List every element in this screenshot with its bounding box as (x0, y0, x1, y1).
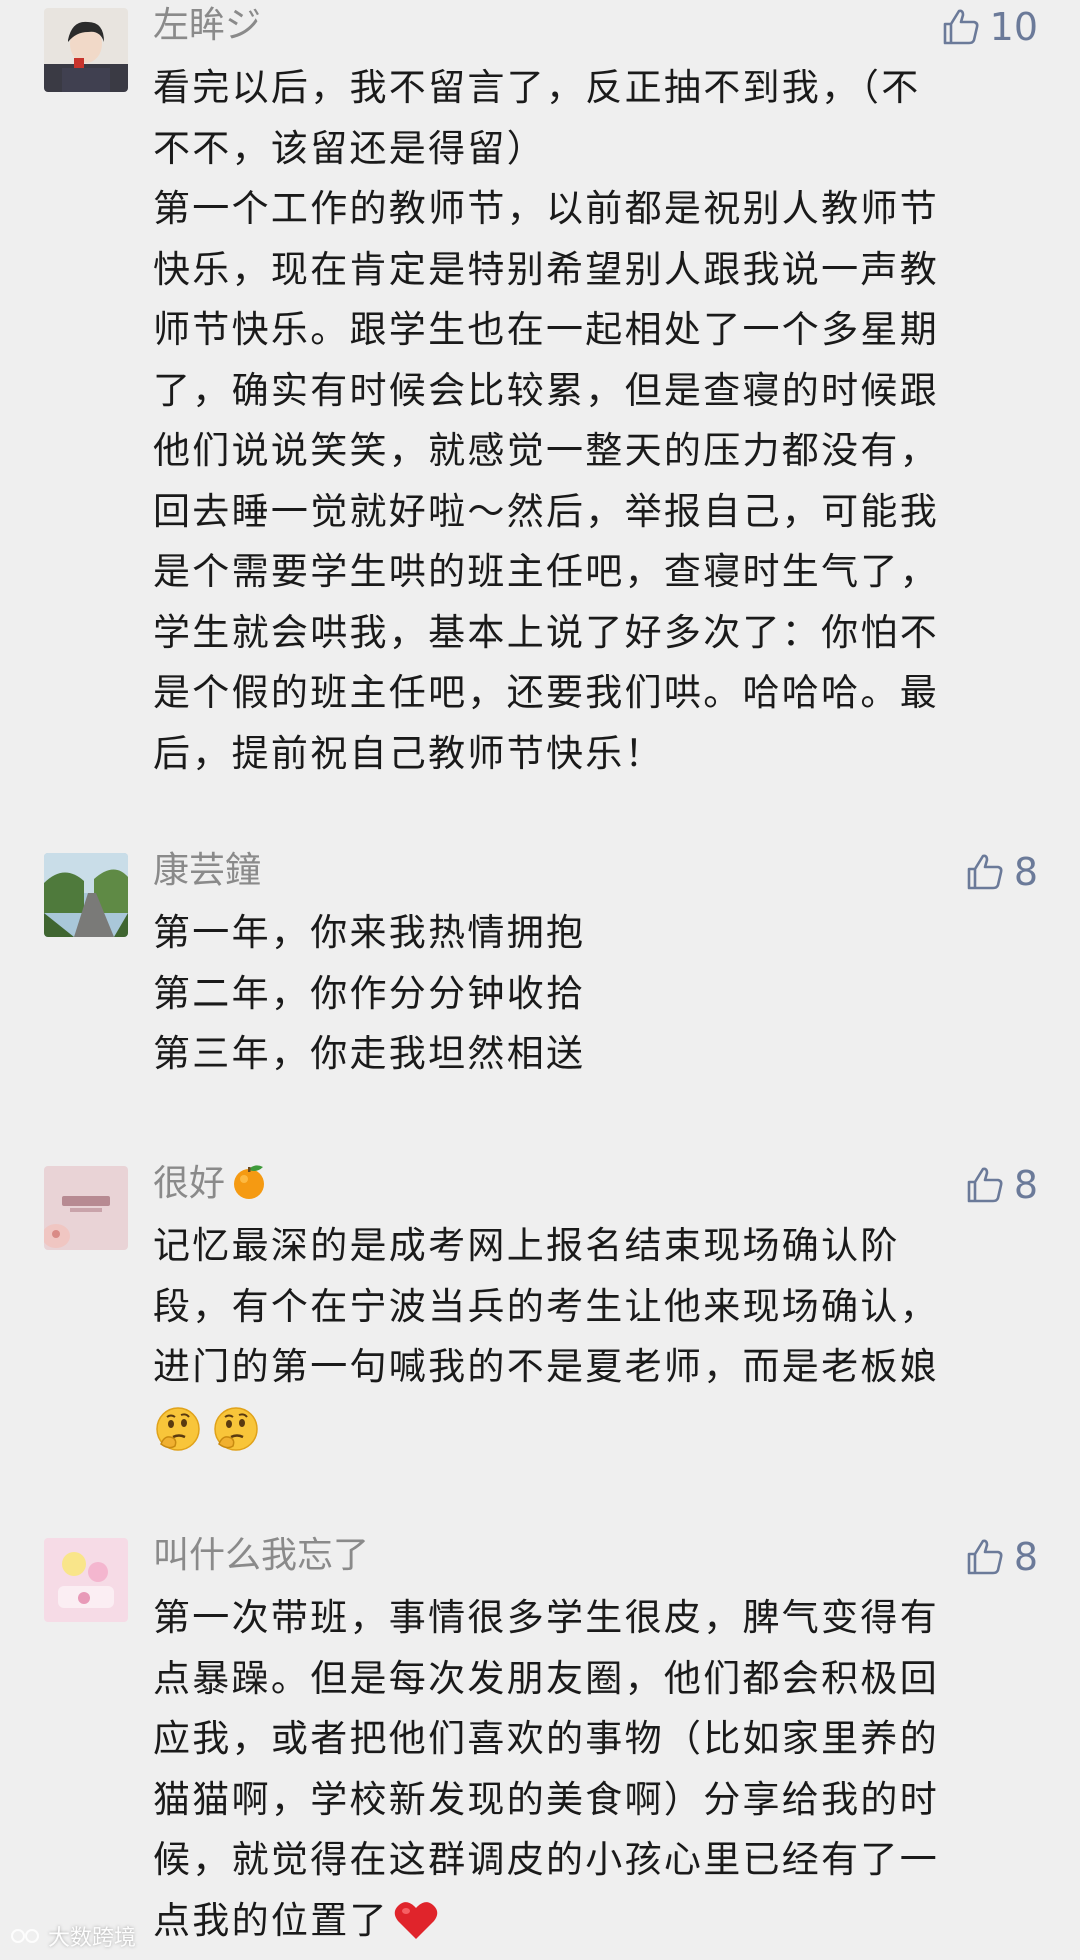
comment-line: 点暴躁。但是每次发朋友圈，他们都会积极回 (153, 1656, 939, 1700)
red-heart-emoji (394, 1901, 438, 1939)
comment-text: 记忆最深的是成考网上报名结束现场确认阶 段，有个在宁波当兵的考生让他来现场确认，… (153, 1216, 1033, 1458)
thumbs-up-icon (967, 854, 1003, 890)
nickname-text: 很好 (153, 1163, 226, 1204)
like-count: 8 (1013, 1163, 1038, 1207)
thinking-face-emoji (214, 1407, 258, 1451)
like-button[interactable]: 8 (964, 847, 1038, 897)
comment-nickname[interactable]: 很好 (153, 1158, 269, 1210)
watermark-logo-icon (11, 1929, 39, 1943)
comment-line: 不不，该留还是得留） (153, 126, 546, 170)
comment-line: 应我，或者把他们喜欢的事物（比如家里养的 (153, 1717, 939, 1760)
comment-text: 第一次带班，事情很多学生很皮，脾气变得有 点暴躁。但是每次发朋友圈，他们都会积极… (153, 1588, 1033, 1951)
avatar[interactable] (44, 853, 128, 937)
avatar[interactable] (44, 1538, 128, 1622)
comment-line-text: 点我的位置了 (153, 1898, 389, 1942)
comment-line: 进门的第一句喊我的不是夏老师，而是老板娘 (153, 1345, 939, 1388)
like-count: 8 (1013, 1535, 1038, 1579)
thumbs-up-icon (943, 9, 979, 45)
like-button[interactable]: 8 (964, 1160, 1038, 1210)
comment-line: 回去睡一觉就好啦～然后，举报自己，可能我 (153, 489, 939, 533)
comment-line: 师节快乐。跟学生也在一起相处了一个多星期 (153, 308, 939, 351)
like-count: 8 (1013, 850, 1038, 894)
comment-line: 记忆最深的是成考网上报名结束现场确认阶 (153, 1224, 900, 1267)
comment-line: 是个需要学生哄的班主任吧，查寝时生气了， (153, 550, 939, 593)
comment-line: 是个假的班主任吧，还要我们哄。哈哈哈。最 (153, 671, 939, 714)
watermark: 大数跨境 (10, 1920, 136, 1952)
comment-line: 第三年，你走我坦然相送 (153, 1032, 586, 1075)
thinking-face-emoji (156, 1407, 200, 1451)
comment-nickname[interactable]: 左眸ジ (153, 0, 261, 52)
comment-text: 看完以后，我不留言了，反正抽不到我，（不 不不，该留还是得留） 第一个工作的教师… (153, 58, 1033, 784)
like-count: 10 (989, 5, 1038, 49)
thumbs-up-icon (967, 1167, 1003, 1203)
comment-line: 快乐，现在肯定是特别希望别人跟我说一声教 (153, 247, 939, 291)
comment-line: 后，提前祝自己教师节快乐！ (153, 731, 664, 775)
emoji-line (153, 1398, 1033, 1459)
comment-line: 第二年，你作分分钟收拾 (153, 971, 586, 1015)
like-button[interactable]: 10 (940, 2, 1038, 52)
comment-text: 第一年，你来我热情拥抱 第二年，你作分分钟收拾 第三年，你走我坦然相送 (153, 903, 1033, 1085)
thumbs-up-icon (967, 1539, 1003, 1575)
comment-line: 猫猫啊，学校新发现的美食啊）分享给我的时 (153, 1777, 939, 1821)
tangerine-emoji (234, 1165, 265, 1199)
comment-line: 段，有个在宁波当兵的考生让他来现场确认， (153, 1284, 939, 1328)
comment-line: 他们说说笑笑，就感觉一整天的压力都没有， (153, 429, 939, 472)
avatar[interactable] (44, 1166, 128, 1250)
comment-line: 候，就觉得在这群调皮的小孩心里已经有了一 (153, 1838, 939, 1881)
comment-line: 第一次带班，事情很多学生很皮，脾气变得有 (153, 1596, 939, 1639)
comment-line: 第一个工作的教师节，以前都是祝别人教师节 (153, 187, 939, 230)
avatar[interactable] (44, 8, 128, 92)
comment-line: 学生就会哄我，基本上说了好多次了：你怕不 (153, 610, 939, 654)
comment-list-page: 左眸ジ 10 看完以后，我不留言了，反正抽不到我，（不 不不，该留还是得留） 第… (0, 0, 1080, 1960)
comment-line: 第一年，你来我热情拥抱 (153, 911, 586, 954)
watermark-text: 大数跨境 (48, 1926, 137, 1951)
comment-line: 看完以后，我不留言了，反正抽不到我，（不 (153, 66, 921, 109)
like-button[interactable]: 8 (964, 1532, 1038, 1582)
comment-line: 了，确实有时候会比较累，但是查寝的时候跟 (153, 368, 939, 412)
comment-nickname[interactable]: 叫什么我忘了 (153, 1530, 369, 1582)
comment-nickname[interactable]: 康芸鐘 (153, 845, 261, 897)
comment-line: 点我的位置了 (153, 1891, 1033, 1952)
